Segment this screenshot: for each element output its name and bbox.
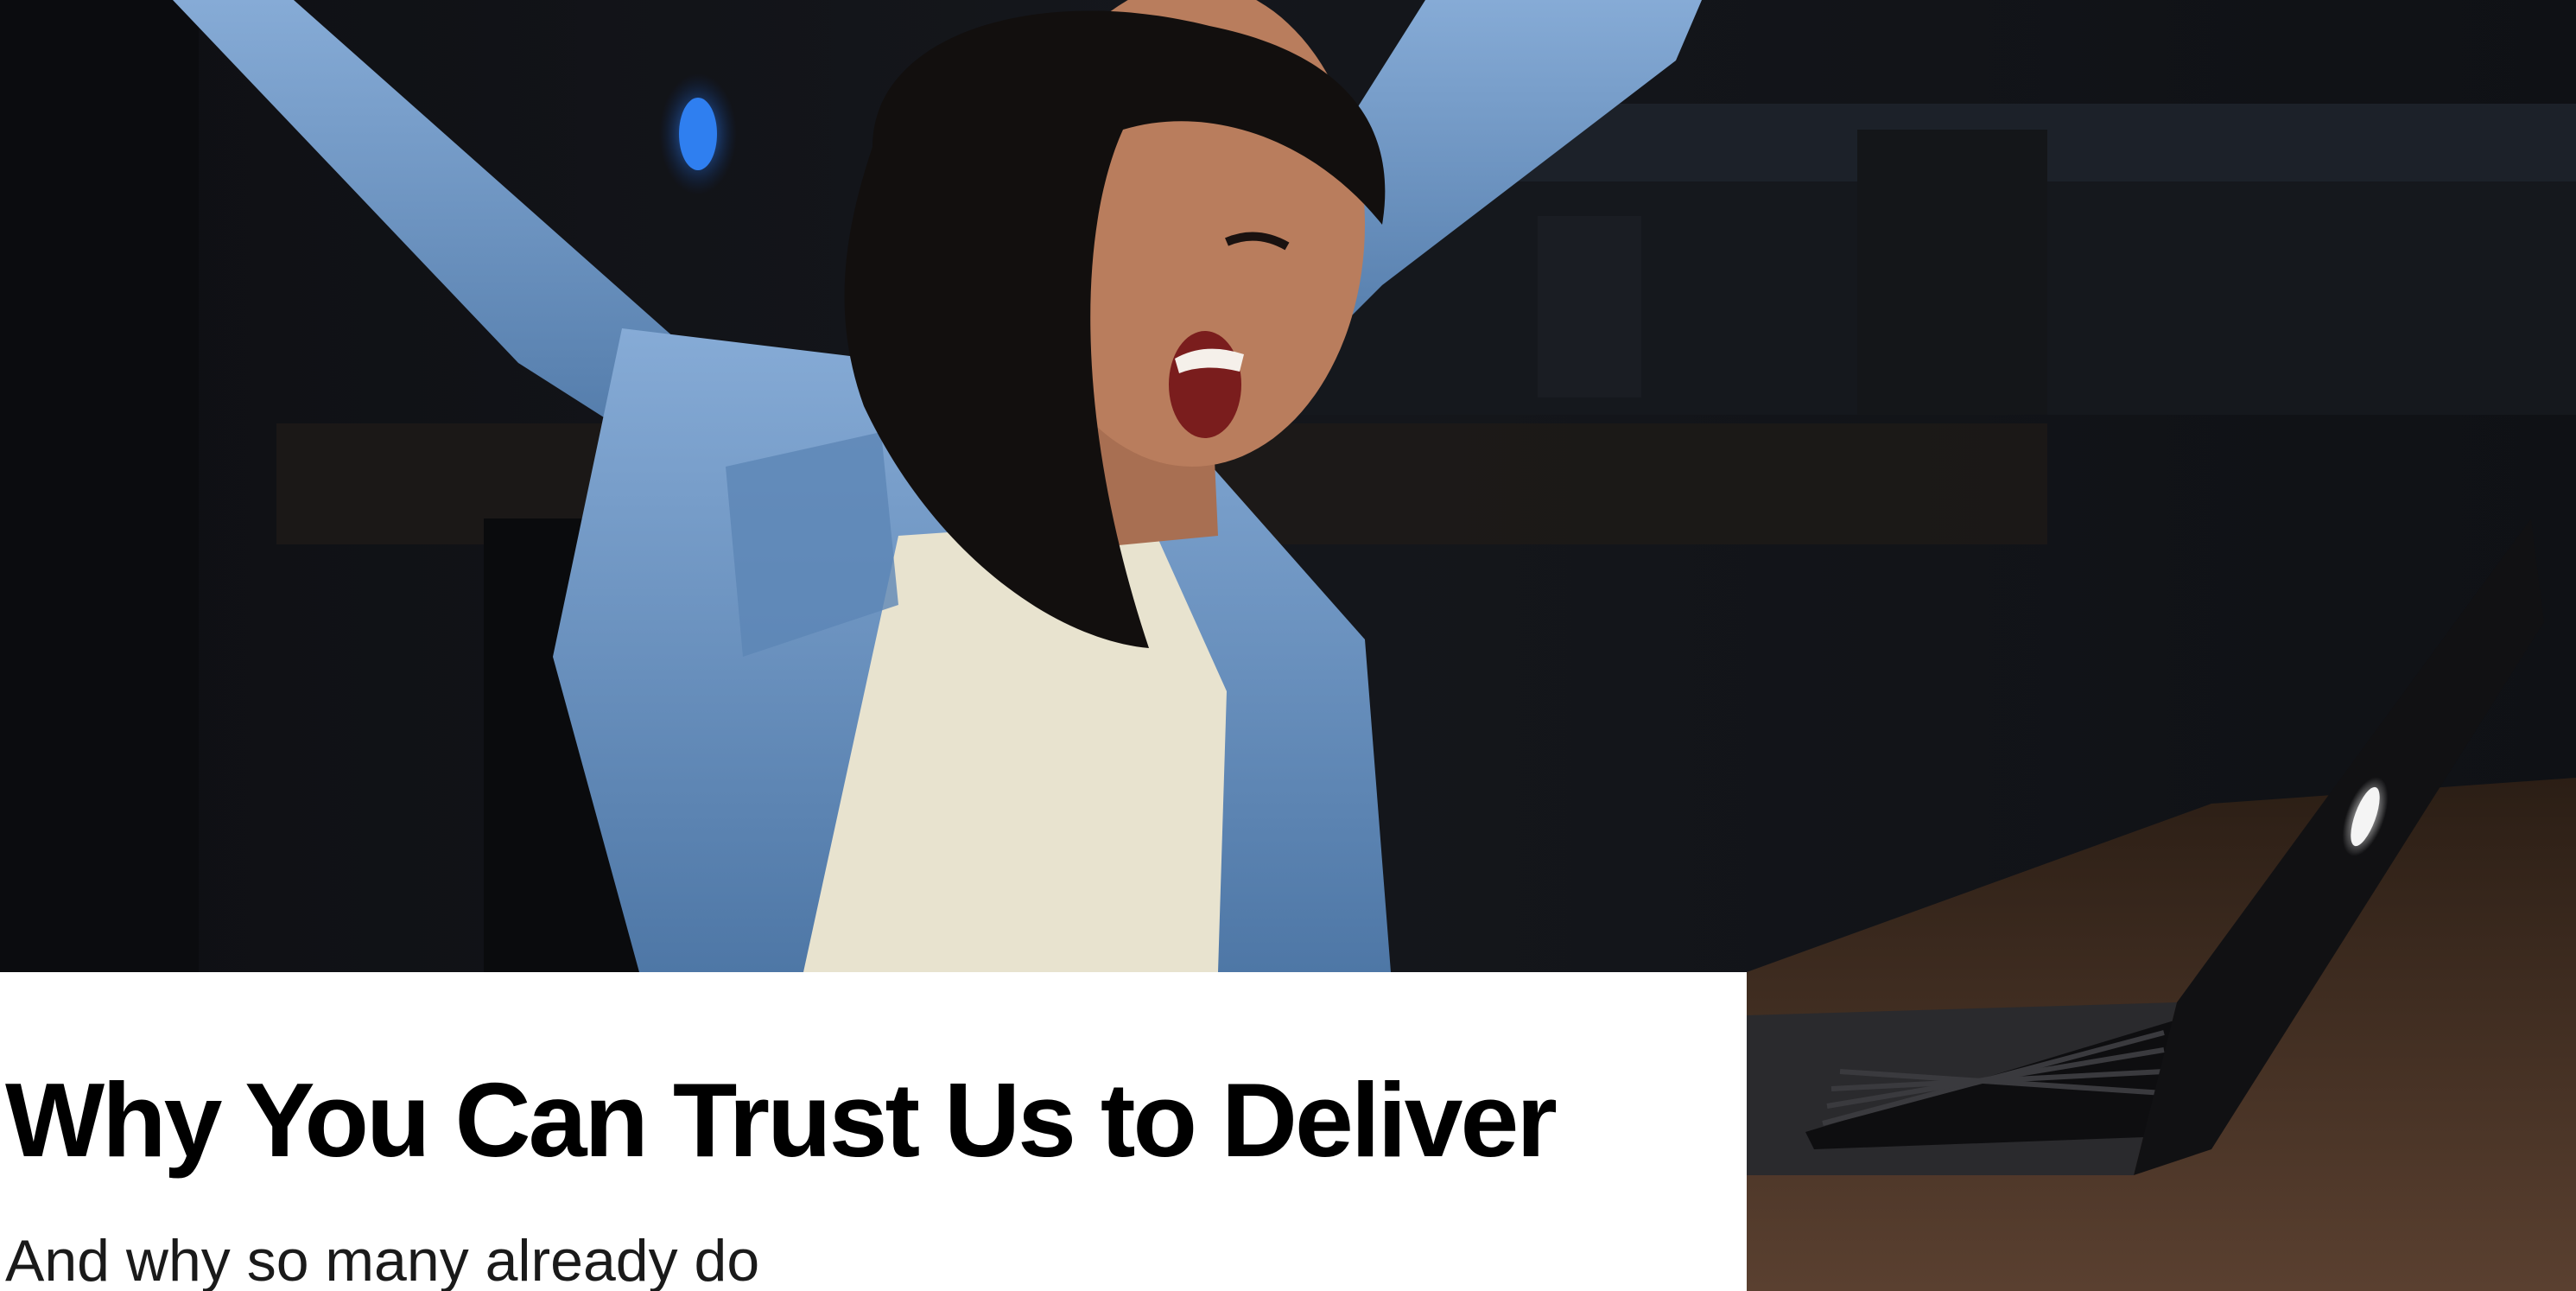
headline-panel: Why You Can Trust Us to Deliver And why … bbox=[0, 972, 1747, 1291]
page-title: Why You Can Trust Us to Deliver bbox=[5, 1061, 1558, 1179]
page-subtitle: And why so many already do bbox=[5, 1228, 760, 1291]
hero-section: Why You Can Trust Us to Deliver And why … bbox=[0, 0, 2576, 1291]
